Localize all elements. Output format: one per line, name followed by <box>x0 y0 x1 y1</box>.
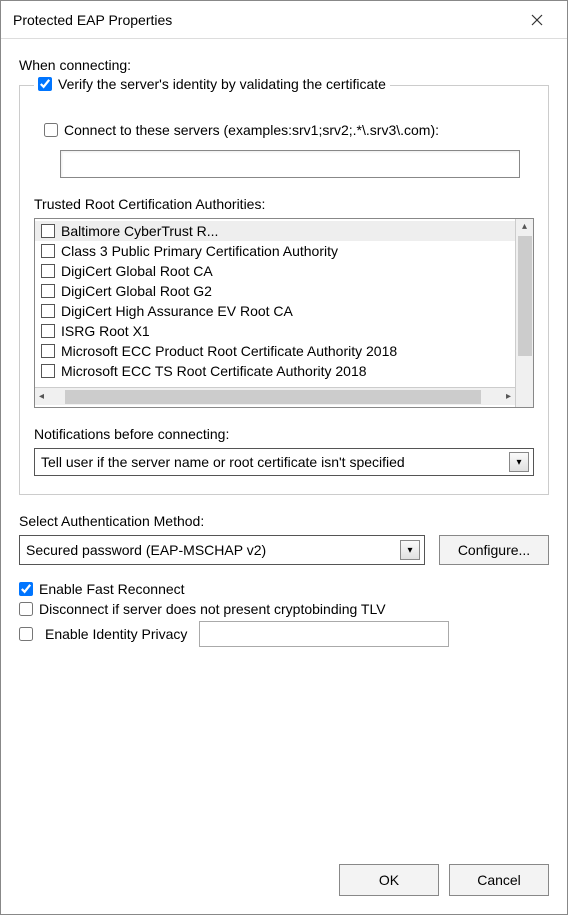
ca-item-label: Class 3 Public Primary Certification Aut… <box>61 243 338 259</box>
cancel-button[interactable]: Cancel <box>449 864 549 896</box>
vscroll-thumb[interactable] <box>518 236 532 356</box>
disconnect-cryptobinding-checkbox[interactable] <box>19 602 33 616</box>
ca-item-label: DigiCert Global Root CA <box>61 263 213 279</box>
ca-item-label: DigiCert High Assurance EV Root CA <box>61 303 293 319</box>
enable-identity-privacy-checkbox[interactable] <box>19 627 33 641</box>
ca-item-label: Microsoft ECC Product Root Certificate A… <box>61 343 397 359</box>
close-icon <box>531 14 543 26</box>
trusted-ca-label: Trusted Root Certification Authorities: <box>34 196 534 212</box>
chevron-down-icon: ▾ <box>407 545 412 556</box>
ok-button[interactable]: OK <box>339 864 439 896</box>
ca-item-label: Microsoft ECC TS Root Certificate Author… <box>61 363 367 379</box>
verify-identity-label: Verify the server's identity by validati… <box>58 76 386 92</box>
ca-list-item[interactable]: Class 3 Public Primary Certification Aut… <box>35 241 515 261</box>
hscroll-thumb[interactable] <box>65 390 480 404</box>
connect-servers-checkbox[interactable] <box>44 123 58 137</box>
ca-item-checkbox[interactable] <box>41 344 55 358</box>
ca-item-checkbox[interactable] <box>41 324 55 338</box>
notifications-select[interactable]: Tell user if the server name or root cer… <box>34 448 534 476</box>
ca-list-item[interactable]: Microsoft ECC TS Root Certificate Author… <box>35 361 515 381</box>
ca-list-item[interactable]: Baltimore CyberTrust R... <box>35 221 515 241</box>
ca-item-checkbox[interactable] <box>41 224 55 238</box>
chevron-down-icon: ▾ <box>516 457 521 468</box>
trusted-ca-list[interactable]: Baltimore CyberTrust R... Class 3 Public … <box>34 218 534 408</box>
ca-item-label: DigiCert Global Root G2 <box>61 283 212 299</box>
when-connecting-label: When connecting: <box>19 57 549 73</box>
eap-properties-window: Protected EAP Properties When connecting… <box>0 0 568 915</box>
close-button[interactable] <box>517 5 557 35</box>
ca-item-checkbox[interactable] <box>41 264 55 278</box>
auth-method-select[interactable]: Secured password (EAP-MSCHAP v2) ▾ <box>19 535 425 565</box>
enable-fast-reconnect-checkbox[interactable] <box>19 582 33 596</box>
ca-item-checkbox[interactable] <box>41 244 55 258</box>
notifications-selected-text: Tell user if the server name or root cer… <box>41 454 405 470</box>
ca-item-checkbox[interactable] <box>41 364 55 378</box>
verify-identity-group: Verify the server's identity by validati… <box>19 85 549 495</box>
verify-identity-checkbox[interactable] <box>38 77 52 91</box>
connect-servers-label: Connect to these servers (examples:srv1;… <box>64 122 439 138</box>
chevron-up-icon[interactable]: ▴ <box>522 221 527 232</box>
ca-item-checkbox[interactable] <box>41 304 55 318</box>
ca-list-hscrollbar[interactable]: ◂ ▸ <box>35 387 515 405</box>
window-title: Protected EAP Properties <box>13 12 172 28</box>
ca-list-item[interactable]: DigiCert Global Root G2 <box>35 281 515 301</box>
chevron-right-icon[interactable]: ▸ <box>506 391 511 402</box>
ca-item-label: ISRG Root X1 <box>61 323 150 339</box>
auth-method-label: Select Authentication Method: <box>19 513 549 529</box>
enable-identity-privacy-label: Enable Identity Privacy <box>45 626 187 642</box>
ca-item-checkbox[interactable] <box>41 284 55 298</box>
ca-item-label: Baltimore CyberTrust R... <box>61 223 218 239</box>
enable-fast-reconnect-label: Enable Fast Reconnect <box>39 581 185 597</box>
notifications-dropdown-button[interactable]: ▾ <box>509 452 529 472</box>
ca-list-item[interactable]: DigiCert High Assurance EV Root CA <box>35 301 515 321</box>
configure-button[interactable]: Configure... <box>439 535 549 565</box>
identity-privacy-input[interactable] <box>199 621 449 647</box>
auth-method-dropdown-button[interactable]: ▾ <box>400 540 420 560</box>
ca-list-item[interactable]: ISRG Root X1 <box>35 321 515 341</box>
titlebar: Protected EAP Properties <box>1 1 567 39</box>
dialog-footer: OK Cancel <box>1 850 567 914</box>
chevron-left-icon[interactable]: ◂ <box>39 391 44 402</box>
auth-method-selected-text: Secured password (EAP-MSCHAP v2) <box>26 542 266 558</box>
ca-list-item[interactable]: DigiCert Global Root CA <box>35 261 515 281</box>
connect-servers-input[interactable] <box>60 150 520 178</box>
disconnect-cryptobinding-label: Disconnect if server does not present cr… <box>39 601 386 617</box>
ca-list-item[interactable]: Microsoft ECC Product Root Certificate A… <box>35 341 515 361</box>
ca-list-vscrollbar[interactable]: ▴ <box>515 219 533 407</box>
notifications-label: Notifications before connecting: <box>34 426 534 442</box>
